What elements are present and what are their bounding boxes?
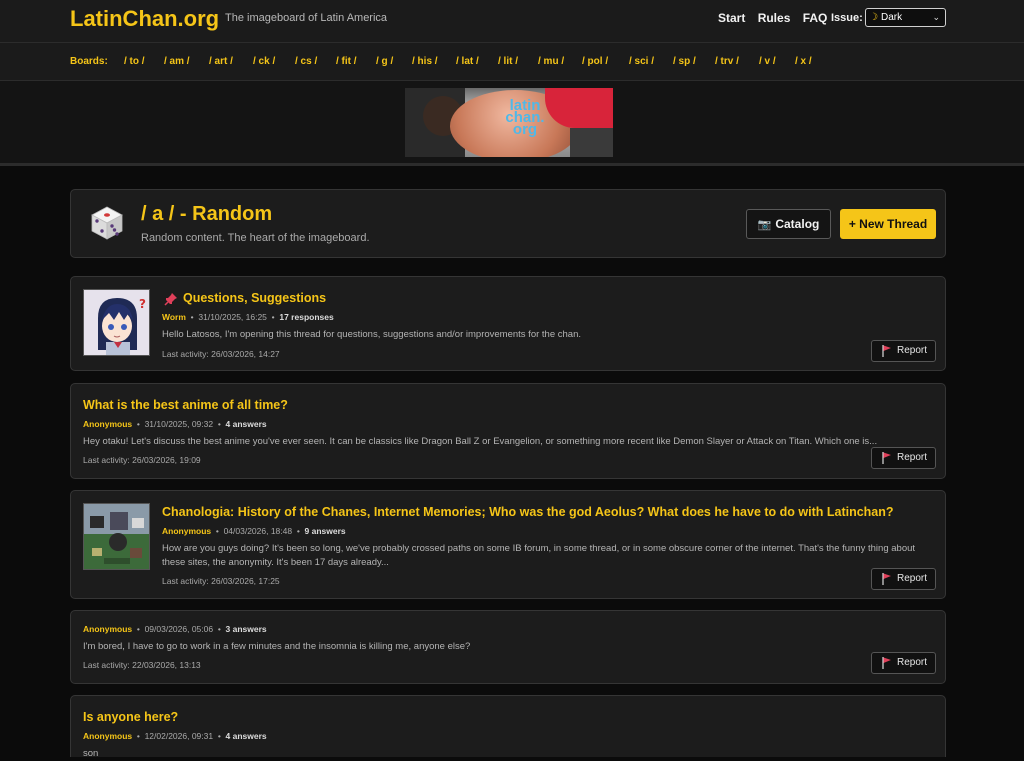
thumbnail-image bbox=[84, 504, 149, 569]
chevron-down-icon: ⌄ bbox=[932, 12, 940, 22]
thread-last-activity: Last activity: 26/03/2026, 19:09 bbox=[83, 455, 201, 465]
thread-reply-count: 17 responses bbox=[279, 312, 334, 322]
board-link-mu[interactable]: / mu / bbox=[538, 56, 564, 67]
thread-author: Worm bbox=[162, 312, 186, 322]
report-button[interactable]: Report bbox=[871, 652, 936, 674]
board-link-to[interactable]: / to / bbox=[124, 56, 145, 67]
board-link-lat[interactable]: / lat / bbox=[456, 56, 479, 67]
thread-date: 31/10/2025, 16:25 bbox=[198, 312, 267, 322]
thread-last-activity: Last activity: 22/03/2026, 13:13 bbox=[83, 660, 201, 670]
thread-author: Anonymous bbox=[83, 624, 133, 634]
theme-select-value: Dark bbox=[881, 12, 903, 23]
camera-icon: 📷 bbox=[757, 219, 772, 231]
thread-title[interactable]: Is anyone here? bbox=[83, 710, 178, 724]
boards-bar: Boards: / to / / am / / art / / ck / / c… bbox=[0, 43, 1024, 81]
banner-area: latin chan. org bbox=[0, 81, 1024, 166]
board-link-x[interactable]: / x / bbox=[795, 56, 812, 67]
nav-rules-link[interactable]: Rules bbox=[758, 11, 791, 25]
thread-thumbnail[interactable] bbox=[83, 503, 150, 570]
thread-author: Anonymous bbox=[162, 526, 212, 536]
site-logo[interactable]: LatinChan.org bbox=[70, 6, 219, 32]
thread-excerpt: Hello Latosos, I'm opening this thread f… bbox=[162, 329, 581, 340]
board-description: Random content. The heart of the imagebo… bbox=[141, 232, 370, 244]
board-link-ck[interactable]: / ck / bbox=[253, 56, 275, 67]
board-link-trv[interactable]: / trv / bbox=[715, 56, 739, 67]
flag-icon bbox=[882, 657, 891, 669]
thread-date: 12/02/2026, 09:31 bbox=[144, 731, 214, 741]
thread-title[interactable]: What is the best anime of all time? bbox=[83, 398, 288, 412]
thread-last-activity: Last activity: 26/03/2026, 14:27 bbox=[162, 349, 280, 359]
thread-date: 09/03/2026, 05:06 bbox=[144, 624, 214, 634]
board-link-am[interactable]: / am / bbox=[164, 56, 190, 67]
board-link-fit[interactable]: / fit / bbox=[336, 56, 357, 67]
thread-card[interactable]: What is the best anime of all time? Anon… bbox=[70, 383, 946, 479]
board-link-cs[interactable]: / cs / bbox=[295, 56, 317, 67]
thread-excerpt: I'm bored, I have to go to work in a few… bbox=[83, 641, 471, 652]
boards-label: Boards: bbox=[70, 56, 108, 67]
svg-text:?: ? bbox=[139, 297, 146, 311]
board-link-art[interactable]: / art / bbox=[209, 56, 233, 67]
theme-select[interactable]: ☽ Dark ⌄ bbox=[865, 8, 946, 27]
banner-image[interactable]: latin chan. org bbox=[405, 88, 613, 157]
site-tagline: The imageboard of Latin America bbox=[225, 12, 388, 24]
thread-meta: Anonymous • 09/03/2026, 05:06 • 3 answer… bbox=[83, 624, 267, 634]
thread-reply-count: 4 answers bbox=[225, 731, 267, 741]
thread-excerpt: Hey otaku! Let's discuss the best anime … bbox=[83, 436, 878, 447]
thread-card[interactable]: Is anyone here? Anonymous • 12/02/2026, … bbox=[70, 695, 946, 759]
banner-shape-dark bbox=[570, 128, 613, 157]
thread-reply-count: 4 answers bbox=[225, 419, 267, 429]
board-header: / a / - Random Random content. The heart… bbox=[70, 189, 946, 258]
board-title: / a / - Random bbox=[141, 203, 273, 225]
report-button[interactable]: Report bbox=[871, 447, 936, 469]
flag-icon bbox=[882, 452, 891, 464]
thumbnail-image: ? bbox=[84, 290, 149, 355]
thread-reply-count: 3 answers bbox=[225, 624, 267, 634]
thread-author: Anonymous bbox=[83, 731, 133, 741]
theme-label: Issue: bbox=[831, 12, 863, 24]
new-thread-button[interactable]: + New Thread bbox=[840, 209, 936, 239]
thread-title[interactable]: Questions, Suggestions bbox=[183, 291, 326, 305]
moon-icon: ☽ bbox=[869, 12, 878, 23]
thread-author: Anonymous bbox=[83, 419, 133, 429]
thread-reply-count: 9 answers bbox=[304, 526, 346, 536]
banner-logo-text: latin chan. org bbox=[505, 97, 545, 138]
thread-card[interactable]: ? Questions, Suggestions Worm • 31/10/20… bbox=[70, 276, 946, 371]
catalog-button[interactable]: 📷 Catalog bbox=[746, 209, 831, 239]
thread-meta: Anonymous • 12/02/2026, 09:31 • 4 answer… bbox=[83, 731, 267, 741]
thread-meta: Worm • 31/10/2025, 16:25 • 17 responses bbox=[162, 312, 334, 322]
thread-title[interactable]: Chanologia: History of the Chanes, Inter… bbox=[162, 505, 894, 519]
thread-excerpt: son bbox=[83, 748, 99, 759]
top-bar: LatinChan.org The imageboard of Latin Am… bbox=[0, 0, 1024, 43]
board-link-sp[interactable]: / sp / bbox=[673, 56, 696, 67]
board-link-lit[interactable]: / lit / bbox=[498, 56, 518, 67]
nav-faq-link[interactable]: FAQ bbox=[803, 11, 828, 25]
nav-start-link[interactable]: Start bbox=[718, 11, 745, 25]
report-button[interactable]: Report bbox=[871, 340, 936, 362]
board-link-v[interactable]: / v / bbox=[759, 56, 776, 67]
report-button[interactable]: Report bbox=[871, 568, 936, 590]
thread-card[interactable]: Anonymous • 09/03/2026, 05:06 • 3 answer… bbox=[70, 610, 946, 684]
thread-thumbnail[interactable]: ? bbox=[83, 289, 150, 356]
thread-excerpt: How are you guys doing? It's been so lon… bbox=[162, 543, 916, 568]
thread-meta: Anonymous • 04/03/2026, 18:48 • 9 answer… bbox=[162, 526, 346, 536]
top-nav: Start Rules FAQ bbox=[718, 11, 836, 25]
thread-date: 04/03/2026, 18:48 bbox=[223, 526, 293, 536]
thread-date: 31/10/2025, 09:32 bbox=[144, 419, 214, 429]
dice-icon bbox=[91, 206, 123, 240]
board-link-his[interactable]: / his / bbox=[412, 56, 438, 67]
pin-icon bbox=[164, 293, 177, 306]
board-link-sci[interactable]: / sci / bbox=[629, 56, 654, 67]
board-link-g[interactable]: / g / bbox=[376, 56, 393, 67]
flag-icon bbox=[882, 573, 891, 585]
thread-last-activity: Last activity: 26/03/2026, 17:25 bbox=[162, 576, 280, 586]
thread-card[interactable]: Chanologia: History of the Chanes, Inter… bbox=[70, 490, 946, 599]
thread-meta: Anonymous • 31/10/2025, 09:32 • 4 answer… bbox=[83, 419, 267, 429]
flag-icon bbox=[882, 345, 891, 357]
board-link-pol[interactable]: / pol / bbox=[582, 56, 608, 67]
